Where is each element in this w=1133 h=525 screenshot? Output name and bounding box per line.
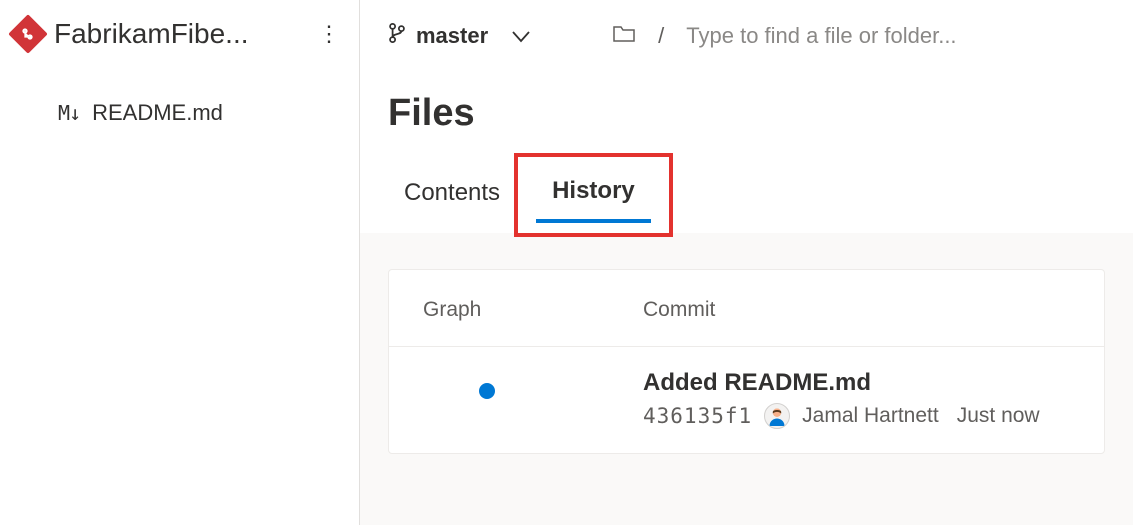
file-tree: M↓ README.md [14, 100, 345, 126]
chevron-down-icon [512, 23, 530, 49]
column-header-commit: Commit [643, 298, 1070, 322]
history-row[interactable]: Added README.md 436135f1 Jamal Hartnett … [389, 347, 1104, 453]
repo-name[interactable]: FabrikamFibe... [54, 18, 301, 50]
main: master / Files Contents History Graph Co… [360, 0, 1133, 525]
branch-icon [388, 22, 406, 50]
column-header-graph: Graph [423, 298, 643, 322]
tab-history[interactable]: History [536, 167, 651, 223]
path-search-input[interactable] [686, 23, 1105, 49]
tree-item-readme[interactable]: M↓ README.md [58, 100, 345, 126]
commit-cell: Added README.md 436135f1 Jamal Hartnett … [643, 369, 1070, 429]
folder-icon [612, 23, 636, 49]
path-separator: / [658, 23, 664, 49]
graph-node-icon [479, 383, 495, 399]
git-repo-icon [8, 14, 48, 54]
tabs: Contents History [360, 143, 1133, 233]
toolbar: master / [360, 0, 1133, 58]
markdown-icon: M↓ [58, 101, 80, 125]
repo-header: FabrikamFibe... ⋮ [14, 18, 345, 50]
more-vertical-icon: ⋮ [318, 21, 340, 47]
history-panel: Graph Commit Added README.md 436135f1 Ja… [388, 269, 1105, 454]
more-button[interactable]: ⋮ [313, 18, 345, 50]
commit-time: Just now [957, 404, 1040, 428]
avatar[interactable] [764, 403, 790, 429]
branch-picker[interactable]: master [388, 22, 530, 50]
tab-contents[interactable]: Contents [388, 157, 516, 233]
commit-author[interactable]: Jamal Hartnett [802, 404, 939, 428]
history-header: Graph Commit [389, 270, 1104, 347]
branch-name: master [416, 23, 488, 49]
annotation-highlight: History [514, 153, 673, 237]
graph-cell [423, 369, 643, 399]
page-title: Files [360, 58, 1133, 143]
sidebar: FabrikamFibe... ⋮ M↓ README.md [0, 0, 360, 525]
commit-message[interactable]: Added README.md [643, 369, 1070, 397]
commit-hash[interactable]: 436135f1 [643, 404, 752, 428]
commit-meta: 436135f1 Jamal Hartnett Just now [643, 403, 1070, 429]
tree-item-label: README.md [92, 100, 223, 126]
